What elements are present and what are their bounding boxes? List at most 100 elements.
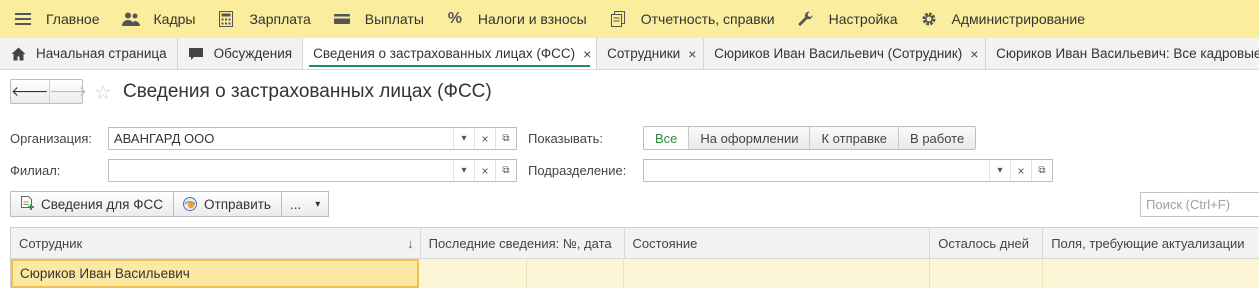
- menu-item-label: Главное: [46, 11, 100, 27]
- main-menu-bar: Главное Кадры Зарплата Выплаты % Налоги …: [0, 0, 1259, 38]
- column-header-days-left[interactable]: Осталось дней: [930, 228, 1044, 258]
- tab-employees[interactable]: Сотрудники ×: [597, 38, 705, 69]
- command-bar: Сведения для ФСС Отправить ... ▾: [10, 191, 330, 217]
- arrow-left-icon: 🡐: [11, 83, 49, 99]
- table-row[interactable]: Сюриков Иван Васильевич: [10, 259, 1259, 288]
- dropdown-icon[interactable]: ▾: [453, 128, 474, 149]
- clear-icon[interactable]: ×: [474, 160, 495, 181]
- column-label: Осталось дней: [938, 235, 1030, 251]
- history-navigation: 🡐 🡒: [10, 79, 87, 104]
- new-document-icon: [19, 196, 35, 212]
- menu-item-admin[interactable]: Администрирование: [908, 0, 1096, 38]
- favorite-star-icon[interactable]: ☆: [94, 80, 112, 105]
- fss-info-button[interactable]: Сведения для ФСС: [10, 191, 175, 217]
- open-icon[interactable]: ⧉: [495, 128, 516, 149]
- cell-fields[interactable]: [1043, 259, 1259, 288]
- column-label: Последние сведения: №, дата: [428, 235, 612, 251]
- menu-item-label: Отчетность, справки: [640, 11, 775, 27]
- tab-label: Сюриков Иван Васильевич: Все кадровые: [996, 46, 1259, 61]
- tab-employee-card[interactable]: Сюриков Иван Васильевич (Сотрудник) ×: [704, 38, 987, 69]
- open-icon[interactable]: ⧉: [1031, 160, 1052, 181]
- send-globe-icon: [182, 196, 198, 212]
- filter-all-button[interactable]: Все: [644, 127, 689, 149]
- cell-employee[interactable]: Сюриков Иван Васильевич: [11, 259, 419, 288]
- fss-info-button-label: Сведения для ФСС: [41, 196, 164, 212]
- forward-button[interactable]: 🡒: [48, 80, 88, 103]
- percent-icon: %: [447, 10, 462, 27]
- open-tabs-bar: Начальная страница Обсуждения Сведения о…: [0, 38, 1259, 70]
- column-header-employee[interactable]: Сотрудник ↓: [11, 228, 421, 258]
- column-header-fields[interactable]: Поля, требующие актуализации: [1043, 228, 1259, 258]
- clear-icon[interactable]: ×: [1010, 160, 1031, 181]
- tab-fss-info[interactable]: Сведения о застрахованных лицах (ФСС) ×: [303, 38, 598, 69]
- tab-hr-documents[interactable]: Сюриков Иван Васильевич: Все кадровые: [986, 38, 1259, 69]
- column-label: Состояние: [632, 235, 698, 251]
- tab-label: Сведения о застрахованных лицах (ФСС): [313, 46, 576, 61]
- column-header-state[interactable]: Состояние: [625, 228, 931, 258]
- menu-item-payments[interactable]: Выплаты: [321, 0, 434, 38]
- dropdown-icon[interactable]: ▾: [989, 160, 1010, 181]
- users-icon: [121, 10, 140, 28]
- open-icon[interactable]: ⧉: [495, 160, 516, 181]
- gear-icon: [920, 10, 938, 28]
- close-icon[interactable]: ×: [970, 46, 978, 62]
- close-icon[interactable]: ×: [583, 46, 591, 62]
- employees-table: Сотрудник ↓ Последние сведения: №, дата …: [10, 227, 1259, 288]
- branch-field[interactable]: ▾ × ⧉: [108, 159, 517, 182]
- department-field[interactable]: ▾ × ⧉: [643, 159, 1053, 182]
- wrench-icon: [797, 10, 815, 28]
- menu-item-hr[interactable]: Кадры: [110, 0, 206, 38]
- filter-in-work-button[interactable]: В работе: [898, 127, 976, 149]
- documents-icon: [609, 10, 627, 28]
- tab-label: Сотрудники: [607, 46, 681, 61]
- close-icon[interactable]: ×: [688, 46, 696, 62]
- send-button[interactable]: Отправить: [173, 191, 282, 217]
- tab-discussions[interactable]: Обсуждения: [178, 38, 304, 69]
- filter-in-progress-button[interactable]: На оформлении: [688, 127, 810, 149]
- organization-field[interactable]: АВАНГАРД ООО ▾ × ⧉: [108, 127, 517, 150]
- organization-label: Организация:: [10, 131, 93, 146]
- more-button-label: ...: [289, 196, 302, 212]
- chat-icon: [188, 46, 204, 62]
- send-button-label: Отправить: [204, 196, 271, 212]
- arrow-right-icon: 🡒: [49, 83, 88, 99]
- wallet-icon: [333, 10, 351, 28]
- search-placeholder: Поиск (Ctrl+F): [1146, 197, 1231, 212]
- dropdown-icon[interactable]: ▾: [453, 160, 474, 181]
- menu-item-label: Настройка: [828, 11, 898, 27]
- tab-label: Начальная страница: [36, 46, 167, 61]
- search-input[interactable]: Поиск (Ctrl+F): [1140, 192, 1259, 217]
- tab-label: Обсуждения: [213, 46, 293, 61]
- cell-last-info-date[interactable]: [527, 259, 624, 288]
- back-button[interactable]: 🡐: [11, 80, 49, 103]
- cell-state[interactable]: [624, 259, 930, 288]
- menu-item-salary[interactable]: Зарплата: [205, 0, 320, 38]
- menu-item-label: Администрирование: [951, 11, 1086, 27]
- clear-icon[interactable]: ×: [474, 128, 495, 149]
- table-header: Сотрудник ↓ Последние сведения: №, дата …: [10, 228, 1259, 259]
- menu-item-main[interactable]: Главное: [0, 0, 110, 38]
- tab-home[interactable]: Начальная страница: [0, 38, 178, 69]
- sort-down-icon: ↓: [407, 235, 414, 251]
- department-label: Подразделение:: [528, 163, 627, 178]
- column-label: Сотрудник: [19, 235, 83, 251]
- home-icon: [10, 46, 26, 62]
- tab-label: Сюриков Иван Васильевич (Сотрудник): [714, 46, 963, 61]
- organization-value[interactable]: АВАНГАРД ООО: [109, 131, 453, 146]
- menu-item-label: Зарплата: [249, 11, 311, 27]
- menu-item-settings[interactable]: Настройка: [785, 0, 908, 38]
- menu-item-reports[interactable]: Отчетность, справки: [597, 0, 785, 38]
- calculator-icon: [217, 10, 235, 28]
- branch-label: Филиал:: [10, 163, 61, 178]
- menu-item-taxes[interactable]: % Налоги и взносы: [434, 0, 597, 38]
- menu-item-label: Выплаты: [364, 11, 424, 27]
- cell-last-info[interactable]: [419, 259, 527, 288]
- hamburger-icon: [14, 10, 32, 28]
- chevron-down-icon: ▾: [315, 198, 321, 210]
- column-header-last-info[interactable]: Последние сведения: №, дата: [421, 228, 625, 258]
- cell-days-left[interactable]: [930, 259, 1043, 288]
- more-actions-button[interactable]: ... ▾: [280, 191, 330, 217]
- show-filter-segments: Все На оформлении К отправке В работе: [643, 126, 977, 150]
- filter-to-send-button[interactable]: К отправке: [809, 127, 899, 149]
- column-label: Поля, требующие актуализации: [1051, 235, 1245, 251]
